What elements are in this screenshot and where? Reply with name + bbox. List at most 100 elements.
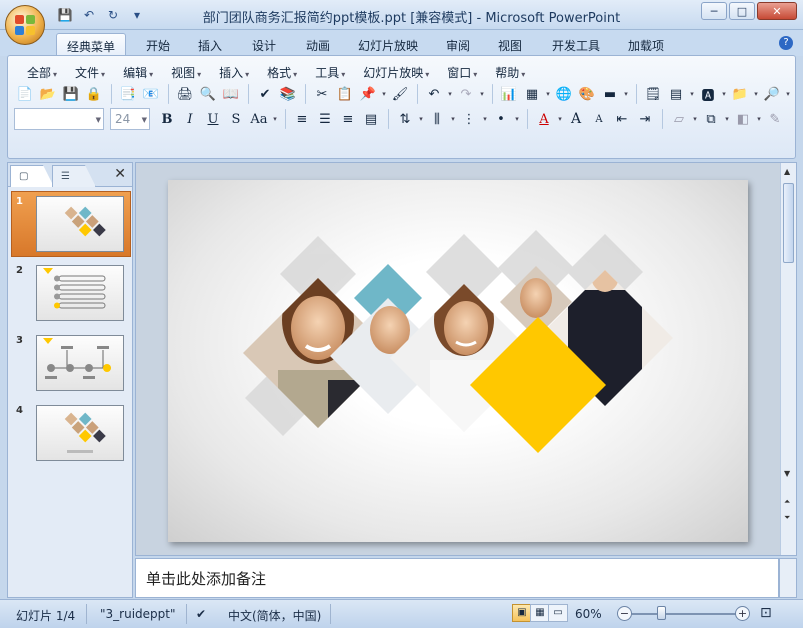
tab-outline[interactable]: ☰ [52, 165, 96, 187]
chevron-down-icon[interactable]: ▾ [513, 108, 521, 130]
spelling-icon[interactable]: ✔ [254, 83, 276, 105]
print-icon[interactable]: 🖨 [174, 83, 196, 105]
shapes-icon[interactable]: ▱ [668, 108, 690, 130]
email-icon[interactable]: 📧 [140, 83, 162, 105]
tab-home[interactable]: 开始 [136, 33, 180, 56]
chevron-down-icon[interactable]: ▾ [622, 83, 630, 105]
text-direction-icon[interactable]: ⇅ [394, 108, 416, 130]
tab-classic-menu[interactable]: 经典菜单 [56, 33, 127, 56]
research-icon[interactable]: 📖 [220, 83, 242, 105]
close-button[interactable]: ✕ [757, 2, 797, 20]
chevron-down-icon[interactable]: ▾ [723, 108, 731, 130]
arrange-icon[interactable]: ⧉ [700, 108, 722, 130]
shape-outline-icon[interactable]: ✎ [764, 108, 786, 130]
office-button[interactable] [5, 5, 45, 45]
undo-toolbar-icon[interactable]: ↶ [423, 83, 445, 105]
vertical-scrollbar[interactable]: ▲ ▼ ⏶ ⏷ [780, 163, 796, 555]
chevron-down-icon[interactable]: ▾ [556, 108, 564, 130]
chevron-down-icon[interactable]: ▾ [380, 83, 388, 105]
shape-fill-icon[interactable]: ◧ [732, 108, 754, 130]
font-color-button[interactable]: A [533, 108, 555, 130]
tab-slides[interactable]: ▢ [10, 165, 54, 187]
open-icon[interactable]: 📂 [37, 83, 59, 105]
tab-animation[interactable]: 动画 [296, 33, 340, 56]
scroll-thumb[interactable] [783, 183, 794, 263]
increase-indent-icon[interactable]: ⇥ [634, 108, 656, 130]
decrease-indent-icon[interactable]: ⇤ [611, 108, 633, 130]
font-name-select[interactable]: ▼ [14, 108, 104, 130]
chevron-down-icon[interactable]: ▾ [688, 83, 696, 105]
scroll-down-icon[interactable]: ▼ [784, 469, 790, 478]
tab-design[interactable]: 设计 [242, 33, 286, 56]
new-icon[interactable]: 📄 [14, 83, 36, 105]
notes-scrollbar[interactable] [779, 558, 797, 598]
format-painter-icon[interactable]: 🖌 [389, 83, 411, 105]
zoom-out-button[interactable]: − [617, 606, 632, 621]
italic-button[interactable]: I [179, 108, 201, 130]
justify-icon[interactable]: ▤ [360, 108, 382, 130]
chevron-down-icon[interactable]: ▾ [478, 83, 486, 105]
bullets-icon[interactable]: • [490, 108, 512, 130]
underline-button[interactable]: U [202, 108, 224, 130]
columns-icon[interactable]: ⫼ [426, 108, 448, 130]
slideshow-view-button[interactable]: ▭ [548, 604, 568, 622]
chevron-down-icon[interactable]: ▾ [752, 83, 760, 105]
change-case-button[interactable]: Aa [248, 108, 270, 130]
hyperlink-icon[interactable]: 🌐 [553, 83, 575, 105]
chevron-down-icon[interactable]: ▾ [755, 108, 763, 130]
notes-pane[interactable]: 单击此处添加备注 [135, 558, 779, 598]
chevron-down-icon[interactable]: ▾ [481, 108, 489, 130]
cut-icon[interactable]: ✂ [311, 83, 333, 105]
numbering-icon[interactable]: ⋮ [458, 108, 480, 130]
text-box-icon[interactable]: 🅰 [697, 83, 719, 105]
scroll-up-icon[interactable]: ▲ [784, 167, 790, 176]
align-right-icon[interactable]: ≡ [337, 108, 359, 130]
zoom-level[interactable]: 60% [575, 607, 602, 621]
color-grayscale-icon[interactable]: 🎨 [576, 83, 598, 105]
chevron-down-icon[interactable]: ▾ [446, 83, 454, 105]
maximize-button[interactable]: □ [729, 2, 755, 20]
zoom-in-button[interactable]: + [735, 606, 750, 621]
redo-toolbar-icon[interactable]: ↷ [455, 83, 477, 105]
bold-button[interactable]: B [156, 108, 178, 130]
align-center-icon[interactable]: ☰ [314, 108, 336, 130]
folder-icon[interactable]: 📁 [729, 83, 751, 105]
menu-all[interactable]: 全部 ▾ [18, 64, 66, 81]
tab-insert[interactable]: 插入 [188, 33, 232, 56]
slide-sorter-view-button[interactable]: ▦ [530, 604, 550, 622]
minimize-button[interactable]: ─ [701, 2, 727, 20]
chevron-down-icon[interactable]: ▾ [449, 108, 457, 130]
slide-design-icon[interactable]: ▤ [665, 83, 687, 105]
chevron-down-icon[interactable]: ▾ [417, 108, 425, 130]
slide-layout-icon[interactable]: ▬ [599, 83, 621, 105]
slide-thumbnail-4[interactable]: 4 [12, 401, 128, 463]
menu-format[interactable]: 格式 ▾ [258, 64, 306, 81]
print-preview-icon[interactable]: 🔍 [197, 83, 219, 105]
slide-thumbnail-3[interactable]: 3 [12, 331, 128, 393]
thesaurus-icon[interactable]: 📚 [277, 83, 299, 105]
slide-thumbnail-1[interactable]: 1 [11, 191, 131, 257]
new-slide-icon[interactable]: 🗒 [642, 83, 664, 105]
copy-icon[interactable]: 📋 [334, 83, 356, 105]
shadow-button[interactable]: S [225, 108, 247, 130]
slide-thumbnail-2[interactable]: 2 [12, 261, 128, 323]
export-icon[interactable]: 📑 [117, 83, 139, 105]
permission-icon[interactable]: 🔒 [83, 83, 105, 105]
current-slide[interactable] [168, 180, 748, 542]
menu-window[interactable]: 窗口 ▾ [438, 64, 486, 81]
spell-check-icon[interactable]: ✔ [196, 607, 206, 621]
shrink-font-button[interactable]: A [588, 108, 610, 130]
menu-insert[interactable]: 插入 ▾ [210, 64, 258, 81]
save-file-icon[interactable]: 💾 [60, 83, 82, 105]
tab-addins[interactable]: 加载项 [618, 33, 674, 56]
next-slide-icon[interactable]: ⏷ [784, 513, 790, 523]
zoom-slider-track[interactable] [632, 613, 736, 615]
menu-help[interactable]: 帮助 ▾ [486, 64, 534, 81]
grow-font-button[interactable]: A [565, 108, 587, 130]
zoom-slider-thumb[interactable] [657, 606, 666, 620]
chevron-down-icon[interactable]: ▾ [720, 83, 728, 105]
normal-view-button[interactable]: ▣ [512, 604, 532, 622]
chart-icon[interactable]: 📊 [498, 83, 520, 105]
menu-view[interactable]: 视图 ▾ [162, 64, 210, 81]
language-indicator[interactable]: 中文(简体，中国) [228, 607, 321, 624]
